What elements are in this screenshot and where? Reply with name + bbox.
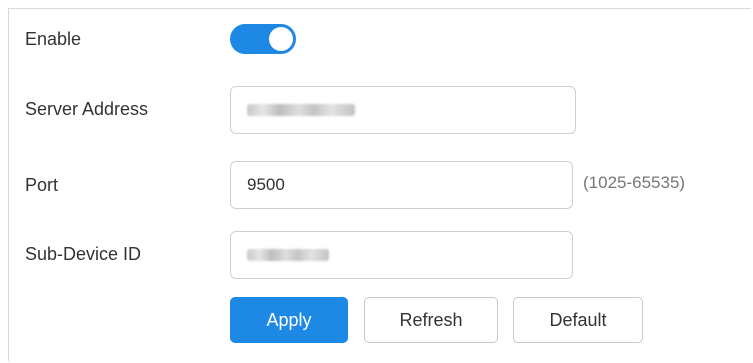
obscured-value (247, 249, 329, 261)
toggle-knob (269, 27, 293, 51)
refresh-button[interactable]: Refresh (364, 297, 498, 343)
sub-device-id-input[interactable] (230, 231, 573, 279)
server-address-input[interactable] (230, 86, 576, 134)
obscured-value (247, 104, 355, 116)
enable-toggle[interactable] (230, 24, 296, 54)
port-label: Port (25, 175, 59, 195)
port-range-hint: (1025-65535) (583, 173, 686, 192)
sub-device-id-label: Sub-Device ID (25, 244, 142, 264)
default-button[interactable]: Default (513, 297, 643, 343)
port-input[interactable]: 9500 (230, 161, 573, 209)
server-address-label: Server Address (25, 99, 149, 119)
apply-button[interactable]: Apply (230, 297, 348, 343)
enable-label: Enable (25, 29, 82, 49)
